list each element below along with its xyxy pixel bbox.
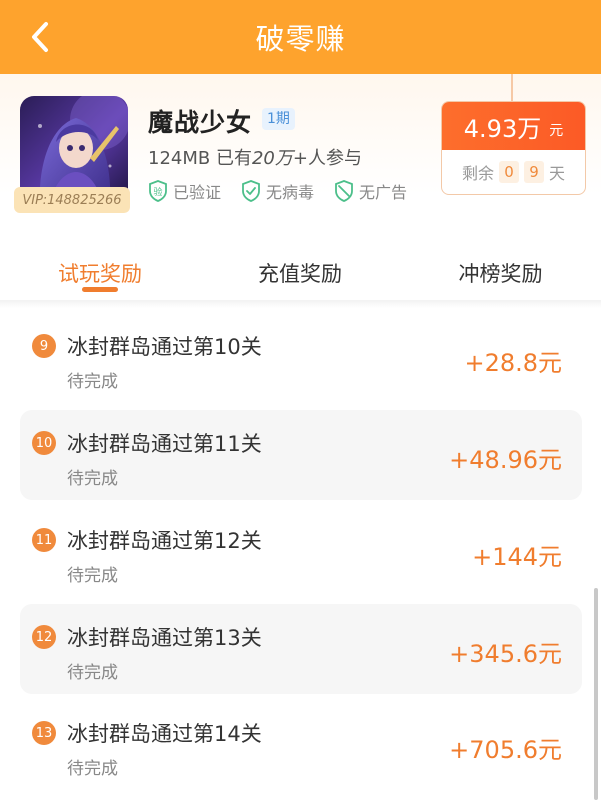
remaining-label: 剩余 <box>461 164 494 183</box>
days-unit: 天 <box>549 164 566 183</box>
no-ads-icon <box>335 180 353 202</box>
remaining-days: 剩余 0 9 天 <box>442 150 585 194</box>
active-tab-indicator <box>82 287 118 292</box>
tag-verified: 验 已验证 <box>148 179 221 203</box>
page-title: 破零赚 <box>255 22 346 56</box>
task-status: 待完成 <box>67 566 118 586</box>
task-item[interactable]: 12 冰封群岛通过第13关 待完成 +345.6元 <box>20 604 582 694</box>
task-item[interactable]: 11 冰封群岛通过第12关 待完成 +144元 <box>20 507 582 597</box>
tag-label: 无广告 <box>359 183 408 202</box>
tab-divider <box>0 300 601 308</box>
shield-check-icon <box>242 180 260 202</box>
task-number: 9 <box>32 334 56 358</box>
task-reward: +28.8元 <box>464 349 562 377</box>
tab-trial-reward[interactable]: 试玩奖励 <box>0 240 200 302</box>
reward-unit: 元 <box>549 123 564 139</box>
meta-suffix: +人参与 <box>292 148 362 169</box>
top-bar: 破零赚 <box>0 0 601 74</box>
tag-no-virus: 无病毒 <box>241 179 314 203</box>
vip-badge: VIP:148825266 <box>14 187 130 213</box>
task-title: 冰封群岛通过第12关 <box>67 529 262 553</box>
verified-icon: 验 <box>149 180 167 202</box>
tab-label: 冲榜奖励 <box>458 262 543 286</box>
days-digit: 0 <box>499 161 519 183</box>
task-reward: +345.6元 <box>449 640 562 668</box>
tab-ranking-reward[interactable]: 冲榜奖励 <box>400 240 601 302</box>
reward-connector <box>511 74 513 102</box>
tab-label: 充值奖励 <box>258 262 342 286</box>
task-title: 冰封群岛通过第13关 <box>67 626 262 650</box>
participant-count: 20万 <box>251 148 293 169</box>
task-item[interactable]: 9 冰封群岛通过第10关 待完成 +28.8元 <box>20 313 582 403</box>
task-reward: +705.6元 <box>449 736 562 764</box>
task-item[interactable]: 10 冰封群岛通过第11关 待完成 +48.96元 <box>20 410 582 500</box>
safety-tags: 验 已验证 无病毒 无广告 <box>148 179 407 203</box>
period-badge: 1期 <box>262 108 295 130</box>
task-title: 冰封群岛通过第14关 <box>67 722 262 746</box>
reward-amount: 4.93万 <box>463 114 542 143</box>
task-item[interactable]: 13 冰封群岛通过第14关 待完成 +705.6元 <box>20 700 582 790</box>
task-number: 12 <box>32 625 56 649</box>
task-status: 待完成 <box>67 759 118 779</box>
task-reward: +48.96元 <box>449 446 562 474</box>
days-digit: 9 <box>524 161 544 183</box>
svg-text:验: 验 <box>153 186 162 198</box>
reward-amount-banner: 4.93万 元 <box>442 102 585 150</box>
task-number: 10 <box>32 431 56 455</box>
task-title: 冰封群岛通过第11关 <box>67 432 262 456</box>
meta-prefix: 已有 <box>215 148 252 169</box>
task-number: 13 <box>32 721 56 745</box>
app-size: 124MB <box>148 148 211 169</box>
total-reward-box: 4.93万 元 剩余 0 9 天 <box>441 101 586 195</box>
scrollbar[interactable] <box>594 588 598 800</box>
back-button[interactable] <box>22 19 58 55</box>
tab-label: 试玩奖励 <box>58 262 142 286</box>
tab-recharge-reward[interactable]: 充值奖励 <box>200 240 400 302</box>
app-name: 魔战少女 <box>148 108 253 137</box>
task-title: 冰封群岛通过第10关 <box>67 335 262 359</box>
tag-no-ads: 无广告 <box>334 179 407 203</box>
tag-label: 已验证 <box>173 183 222 202</box>
task-status: 待完成 <box>67 372 118 392</box>
tag-label: 无病毒 <box>266 183 315 202</box>
task-reward: +144元 <box>472 543 562 571</box>
task-number: 11 <box>32 528 56 552</box>
reward-tabs: 试玩奖励 充值奖励 冲榜奖励 <box>0 240 601 302</box>
task-status: 待完成 <box>67 469 118 489</box>
app-meta: 124MB 已有20万+人参与 <box>148 144 362 170</box>
chevron-left-icon <box>32 22 48 52</box>
task-status: 待完成 <box>67 663 118 683</box>
